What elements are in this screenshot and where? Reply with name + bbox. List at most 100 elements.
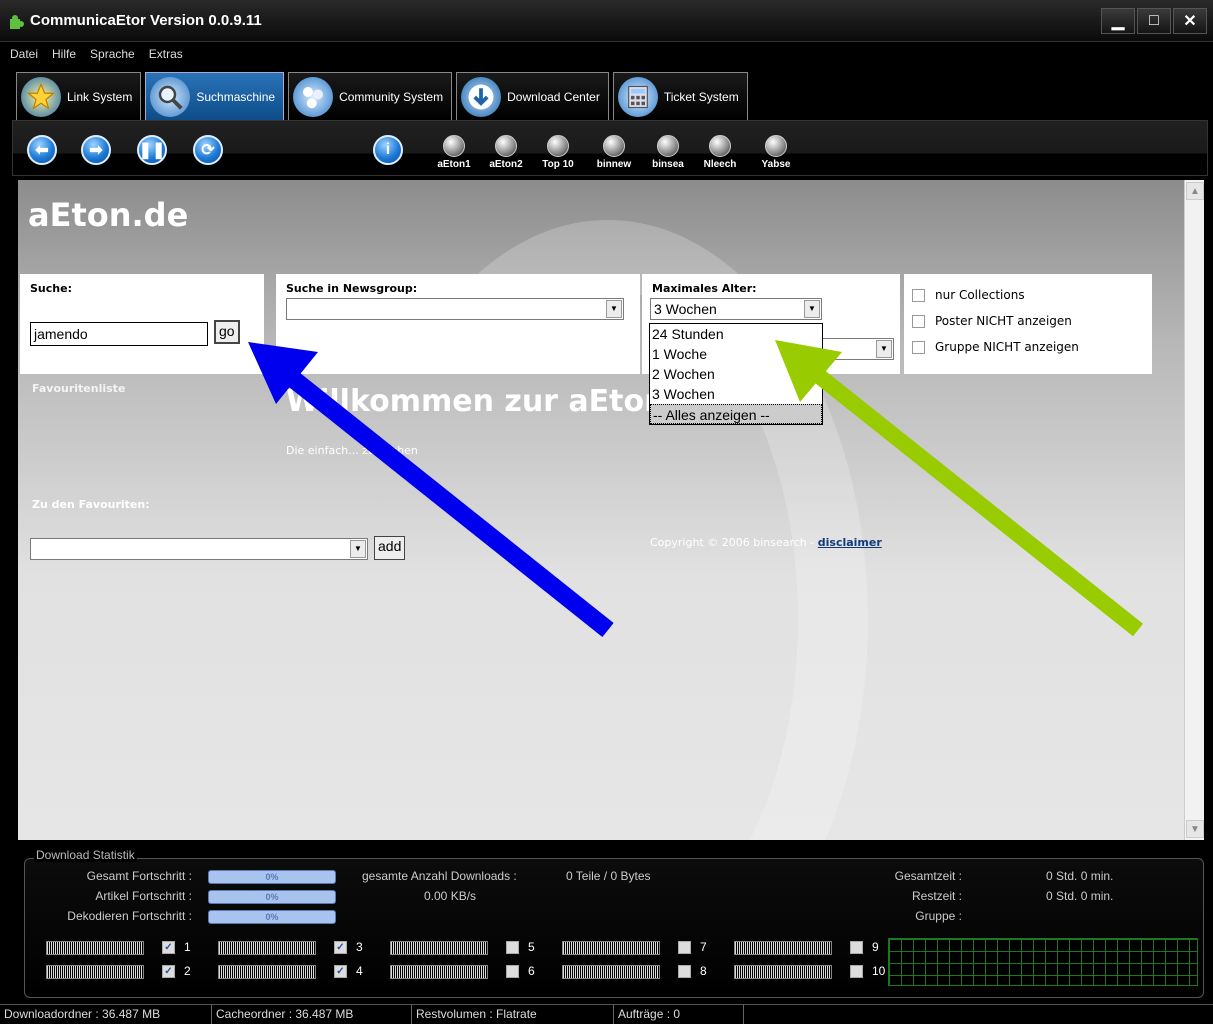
dekodieren-label: Dekodieren Fortschritt : [67, 909, 192, 923]
slot-checkbox-3[interactable]: ✓ [334, 941, 347, 954]
checkbox[interactable] [912, 288, 925, 302]
search-label: Suche: [30, 282, 72, 295]
search-input[interactable]: jamendo [30, 322, 208, 346]
favourites-label: Favouritenliste [32, 382, 126, 395]
secondary-select[interactable]: ▼ [818, 338, 894, 360]
slot-checkbox-4[interactable]: ✓ [334, 965, 347, 978]
gruppe-label: Gruppe : [915, 909, 962, 923]
engine-label: Nleech [703, 159, 737, 170]
engine-label: binnew [596, 159, 632, 170]
slot-checkbox-2[interactable]: ✓ [162, 965, 175, 978]
browser-pane: aEton.de Suche: jamendo go Suche in News… [18, 180, 1184, 840]
option-1-woche[interactable]: 1 Woche [650, 344, 822, 364]
magnifier-icon [443, 135, 465, 157]
option-2-wochen[interactable]: 2 Wochen [650, 364, 822, 384]
slot-checkbox-1[interactable]: ✓ [162, 941, 175, 954]
tab-bar: Link System Suchmaschine Community Syste… [0, 66, 1213, 120]
engine-aeton2[interactable]: aEton2 [481, 135, 531, 175]
slot-number: 6 [528, 964, 535, 978]
maxage-value: 3 Wochen [654, 301, 717, 317]
forward-icon[interactable]: ➡ [81, 135, 111, 165]
maxage-dropdown-list: 24 Stunden 1 Woche 2 Wochen 3 Wochen -- … [649, 323, 823, 425]
slot-number: 9 [872, 940, 879, 954]
slot-bar-6 [390, 965, 488, 979]
maxage-label: Maximales Alter: [652, 282, 757, 295]
disclaimer-link[interactable]: disclaimer [818, 536, 882, 549]
engine-top10[interactable]: Top 10 [533, 135, 583, 175]
slot-checkbox-8[interactable] [678, 965, 691, 978]
slot-checkbox-10[interactable] [850, 965, 863, 978]
maxage-select[interactable]: 3 Wochen ▼ [650, 298, 822, 320]
slot-number: 7 [700, 940, 707, 954]
slot-bar-2 [46, 965, 144, 979]
checkbox-nur-collections[interactable]: nur Collections [912, 288, 1025, 302]
to-favourites-label: Zu den Favouriten: [32, 498, 150, 511]
tab-ticket-system[interactable]: Ticket System [612, 72, 748, 120]
tab-link-system[interactable]: Link System [16, 72, 142, 120]
magnifier-icon [150, 76, 191, 117]
engine-binnew[interactable]: binnew [589, 135, 639, 175]
refresh-icon[interactable]: ⟳ [193, 135, 223, 165]
engine-yabse[interactable]: Yabse [751, 135, 801, 175]
newsgroup-select[interactable]: ▼ [286, 298, 624, 320]
engine-label: binsea [652, 159, 684, 170]
checkbox-label: Poster NICHT anzeigen [935, 314, 1072, 328]
engine-label: Top 10 [542, 159, 574, 170]
status-restvolumen: Restvolumen : Flatrate [412, 1005, 614, 1024]
engine-nleech[interactable]: Nleech [695, 135, 745, 175]
artikel-label: Artikel Fortschritt : [95, 889, 192, 903]
option-24-stunden[interactable]: 24 Stunden [650, 324, 822, 344]
checkbox[interactable] [912, 314, 925, 328]
chevron-down-icon: ▼ [876, 340, 892, 358]
vertical-scrollbar[interactable]: ▲ ▼ [1184, 180, 1204, 840]
checkbox-label: Gruppe NICHT anzeigen [935, 340, 1079, 354]
gesamtzeit-value: 0 Std. 0 min. [1046, 869, 1114, 883]
scroll-down-icon[interactable]: ▼ [1186, 820, 1204, 838]
engine-aeton1[interactable]: aEton1 [429, 135, 479, 175]
menu-datei[interactable]: Datei [10, 47, 38, 61]
slot-number: 4 [356, 964, 363, 978]
slot-checkbox-7[interactable] [678, 941, 691, 954]
newsgroup-label: Suche in Newsgroup: [286, 282, 418, 295]
tab-suchmaschine[interactable]: Suchmaschine [145, 72, 285, 120]
checkbox-poster-nicht[interactable]: Poster NICHT anzeigen [912, 314, 1072, 328]
checkbox-gruppe-nicht[interactable]: Gruppe NICHT anzeigen [912, 340, 1079, 354]
back-icon[interactable]: ⬅ [27, 135, 57, 165]
slot-number: 3 [356, 940, 363, 954]
info-icon[interactable]: i [373, 135, 403, 165]
slot-checkbox-6[interactable] [506, 965, 519, 978]
tab-label: Link System [67, 89, 133, 104]
calculator-icon [617, 76, 658, 117]
option-alles-anzeigen[interactable]: -- Alles anzeigen -- [650, 404, 822, 424]
checkbox[interactable] [912, 340, 925, 354]
slot-bar-3 [218, 941, 316, 955]
pause-icon[interactable]: ❚❚ [137, 135, 167, 165]
gesamt-label: Gesamt Fortschritt : [86, 869, 192, 883]
menu-sprache[interactable]: Sprache [90, 47, 135, 61]
checkbox-label: nur Collections [935, 288, 1025, 302]
tab-label: Suchmaschine [196, 89, 276, 104]
engine-binsea[interactable]: binsea [643, 135, 693, 175]
favourites-select[interactable]: ▼ [30, 538, 368, 560]
slot-number: 10 [872, 964, 886, 978]
status-auftraege: Aufträge : 0 [614, 1005, 744, 1024]
magnifier-icon [765, 135, 787, 157]
tab-download-center[interactable]: Download Center [456, 72, 609, 120]
scroll-up-icon[interactable]: ▲ [1186, 182, 1204, 200]
tab-community-system[interactable]: Community System [288, 72, 453, 120]
menu-extras[interactable]: Extras [149, 47, 183, 61]
title-bar: CommunicaEtor Version 0.0.9.11 ▁ □ ✕ [0, 0, 1213, 42]
go-button[interactable]: go [214, 320, 240, 344]
stats-title: Download Statistik [34, 848, 137, 862]
option-3-wochen[interactable]: 3 Wochen [650, 384, 822, 404]
minimize-button[interactable]: ▁ [1101, 8, 1135, 34]
maximize-button[interactable]: □ [1137, 8, 1171, 34]
close-button[interactable]: ✕ [1173, 8, 1207, 34]
slot-checkbox-5[interactable] [506, 941, 519, 954]
menu-hilfe[interactable]: Hilfe [52, 47, 76, 61]
slot-checkbox-9[interactable] [850, 941, 863, 954]
restzeit-value: 0 Std. 0 min. [1046, 889, 1114, 903]
add-button[interactable]: add [374, 536, 406, 560]
people-icon [293, 76, 334, 117]
engine-label: aEton1 [437, 159, 471, 170]
